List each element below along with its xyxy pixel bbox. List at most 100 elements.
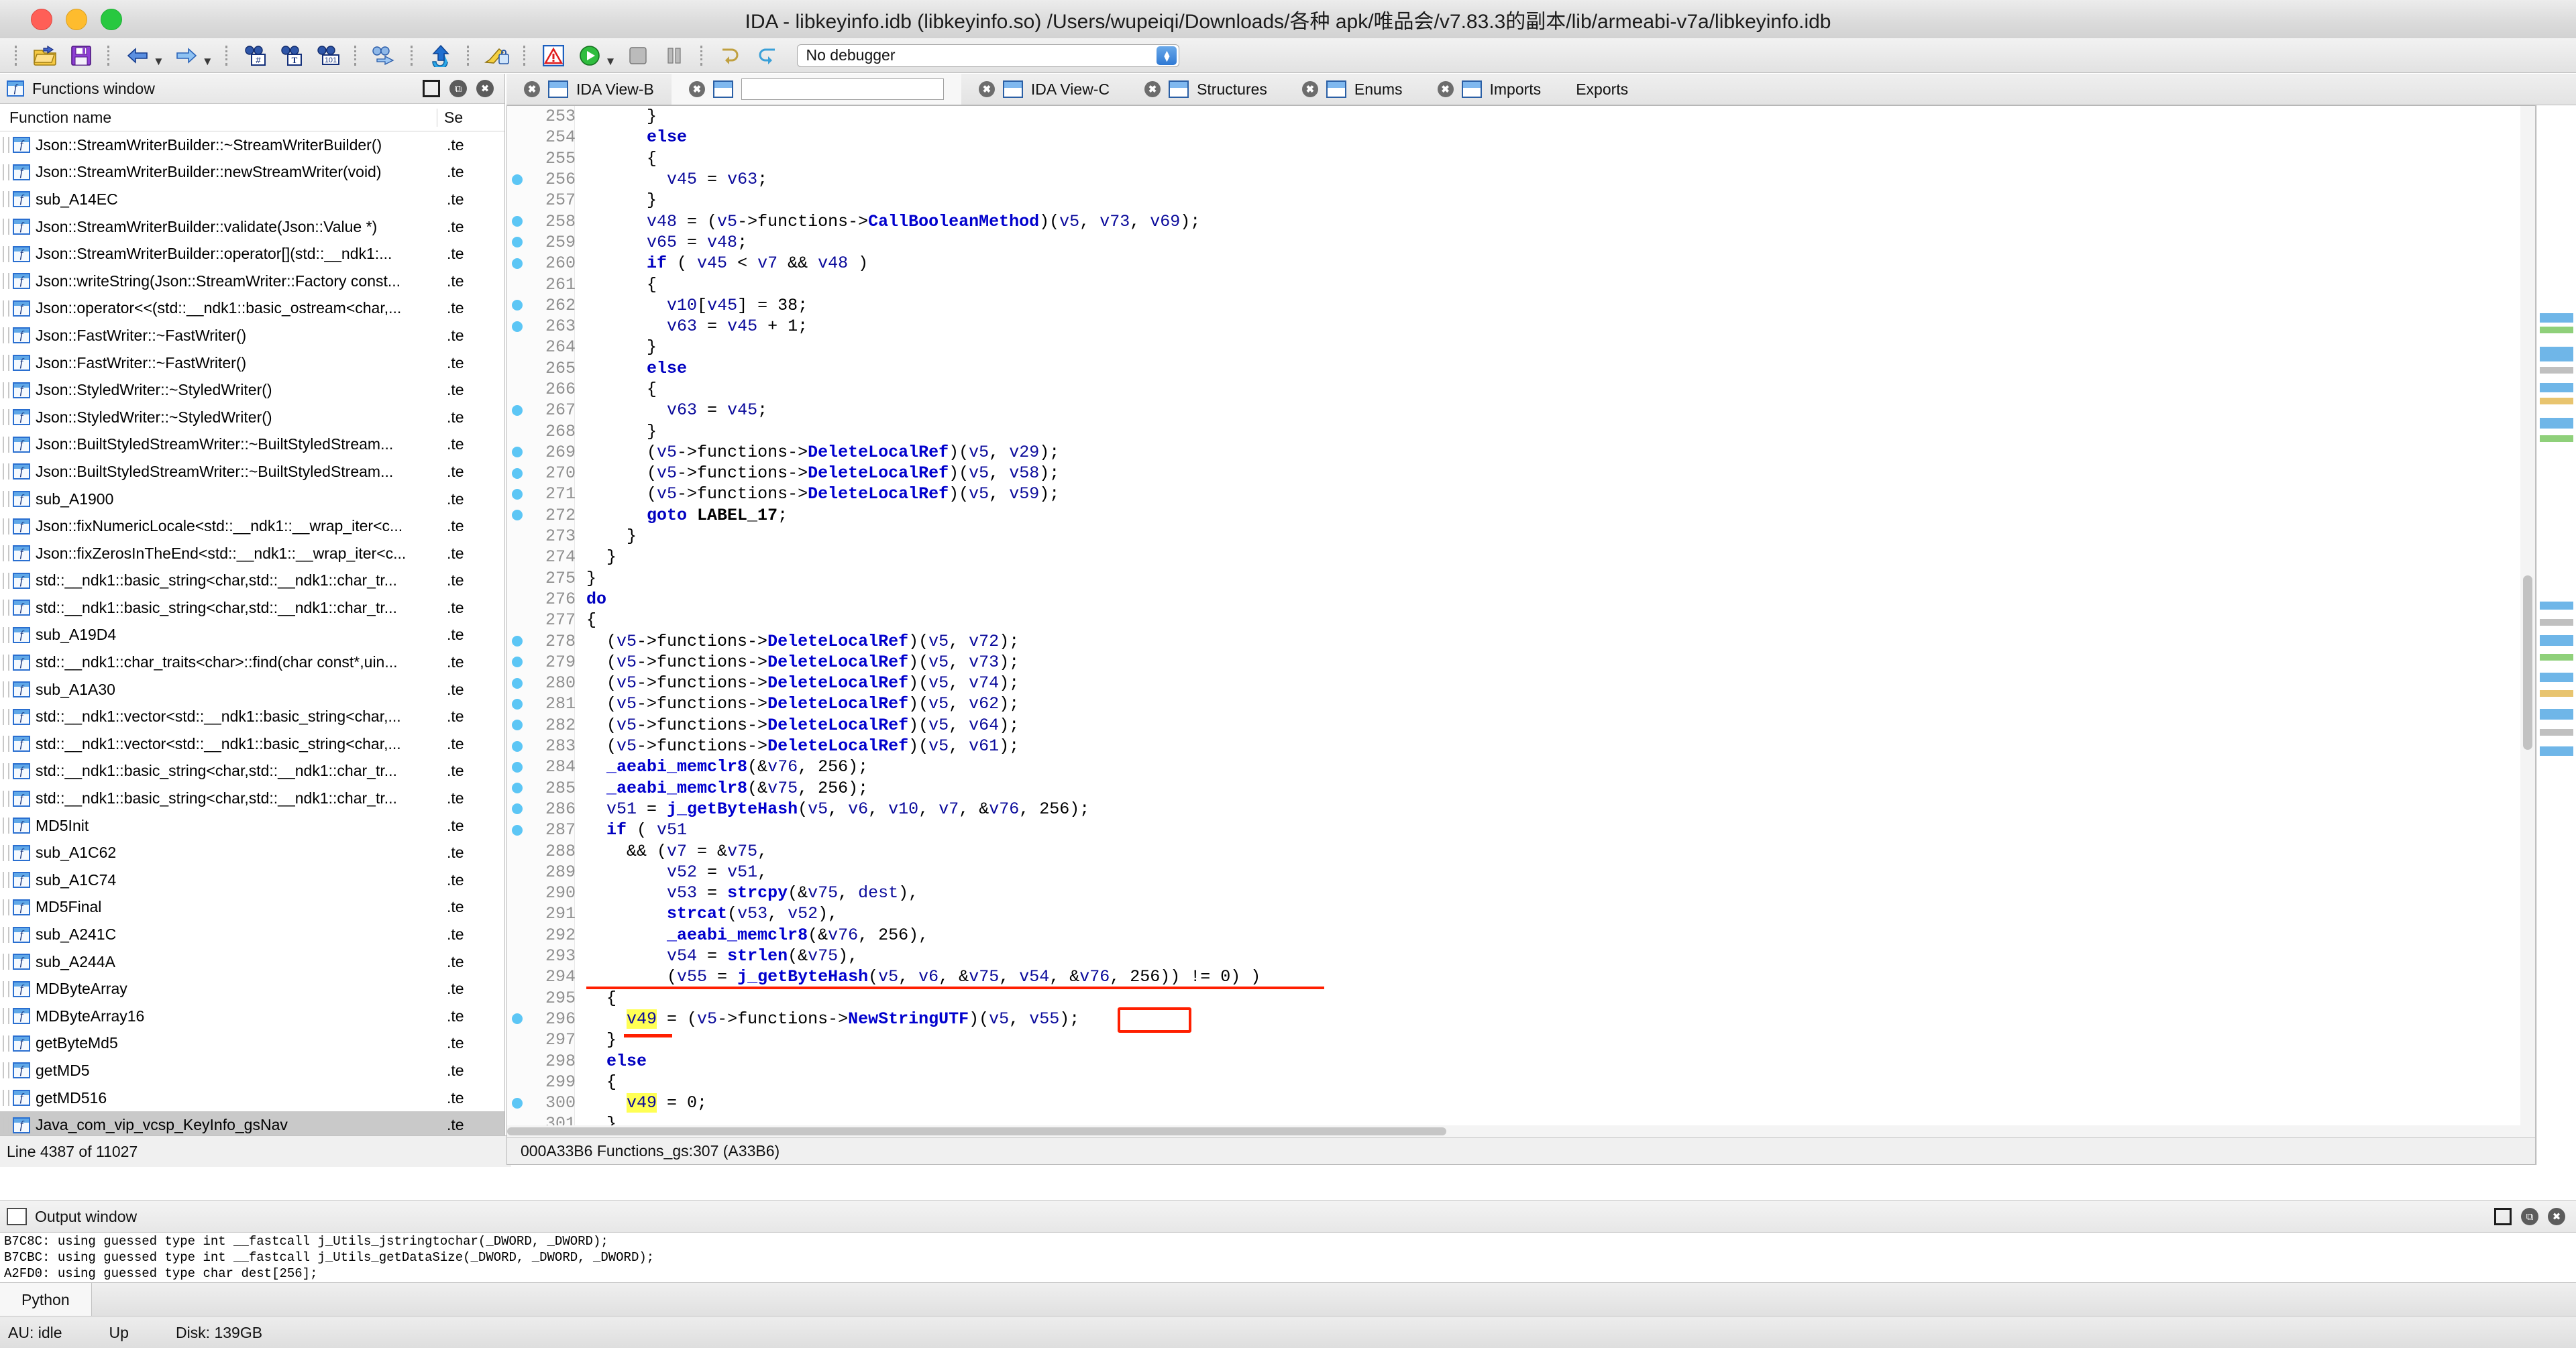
pseudocode-line[interactable]: 295 { [507, 987, 2535, 1008]
pseudocode-line[interactable]: 262 v10[v45] = 38; [507, 295, 2535, 316]
pseudocode-line[interactable]: 283 (v5->functions->DeleteLocalRef)(v5, … [507, 736, 2535, 756]
tab-ida-view-c[interactable]: ✖ IDA View-C [961, 74, 1127, 105]
jump-up-icon[interactable] [428, 43, 453, 68]
minimize-window-button[interactable] [66, 8, 87, 30]
highlight-lock-icon[interactable] [484, 43, 510, 68]
pseudocode-line[interactable]: 258 v48 = (v5->functions->CallBooleanMet… [507, 211, 2535, 231]
back-arrow-icon[interactable] [125, 43, 150, 68]
breakpoint-dot-icon[interactable] [507, 636, 527, 647]
function-list-item[interactable]: f sub_A244A .te [0, 948, 504, 976]
pseudocode-line[interactable]: 265 else [507, 358, 2535, 379]
pseudocode-line[interactable]: 261 { [507, 274, 2535, 294]
search-text-icon[interactable]: T [279, 43, 305, 68]
pseudocode-line[interactable]: 280 (v5->functions->DeleteLocalRef)(v5, … [507, 673, 2535, 693]
function-list-item[interactable]: f MD5Init .te [0, 812, 504, 840]
close-icon[interactable]: ✖ [978, 81, 995, 97]
function-list-item[interactable]: f Json::FastWriter::~FastWriter() .te [0, 322, 504, 349]
function-list-item[interactable]: f Json::writeString(Json::StreamWriter::F… [0, 268, 504, 295]
pseudocode-line[interactable]: 297 } [507, 1029, 2535, 1050]
breakpoint-dot-icon[interactable] [507, 1013, 527, 1025]
pseudocode-line[interactable]: 287 if ( v51 [507, 820, 2535, 840]
pseudocode-line[interactable]: 253 } [507, 106, 2535, 127]
tab-python[interactable]: Python [0, 1283, 92, 1316]
breakpoint-dot-icon[interactable] [507, 698, 527, 710]
breakpoint-dot-icon[interactable] [507, 258, 527, 269]
function-list-item[interactable]: f std::__ndk1::basic_string<char,std::__n… [0, 758, 504, 785]
pseudocode-line[interactable]: 269 (v5->functions->DeleteLocalRef)(v5, … [507, 442, 2535, 463]
breakpoint-dot-icon[interactable] [507, 467, 527, 479]
pseudocode-line[interactable]: 268 } [507, 420, 2535, 441]
breakpoint-dot-icon[interactable] [507, 174, 527, 185]
breakpoint-dot-icon[interactable] [507, 803, 527, 815]
run-icon[interactable] [577, 43, 602, 68]
pseudocode-vscroll-thumb[interactable] [2523, 575, 2532, 750]
function-list-item[interactable]: f Json::StreamWriterBuilder::newStreamWri… [0, 159, 504, 186]
pseudocode-line[interactable]: 294 (v55 = j_getByteHash(v5, v6, &v75, v… [507, 966, 2535, 990]
pseudocode-line[interactable]: 276 do [507, 589, 2535, 610]
breakpoint-dot-icon[interactable] [507, 657, 527, 668]
pseudocode-line[interactable]: 285 _aeabi_memclr8(&v75, 256); [507, 778, 2535, 799]
pseudocode-line[interactable]: 256 v45 = v63; [507, 169, 2535, 190]
breakpoint-dot-icon[interactable] [507, 216, 527, 227]
pseudocode-line[interactable]: 290 v53 = strcpy(&v75, dest), [507, 883, 2535, 903]
pseudocode-line[interactable]: 277 { [507, 610, 2535, 630]
pseudocode-line[interactable]: 291 strcat(v53, v52), [507, 903, 2535, 924]
function-list-item[interactable]: f sub_A1A30 .te [0, 676, 504, 704]
functions-list[interactable]: f Json::StreamWriterBuilder::~StreamWrite… [0, 131, 504, 1154]
pseudocode-line[interactable]: 257 } [507, 190, 2535, 211]
search-hash-icon[interactable]: # [243, 43, 268, 68]
function-list-item[interactable]: f Json::StreamWriterBuilder::validate(Jso… [0, 213, 504, 241]
pseudocode-line[interactable]: 289 v52 = v51, [507, 862, 2535, 883]
step-over-icon[interactable] [754, 43, 780, 68]
float-button[interactable]: ⧉ [2521, 1208, 2538, 1225]
function-list-item[interactable]: f Json::StreamWriterBuilder::~StreamWrite… [0, 131, 504, 159]
function-list-item[interactable]: f getMD516 .te [0, 1084, 504, 1112]
function-list-item[interactable]: f Json::fixZerosInTheEnd<std::__ndk1::__w… [0, 540, 504, 567]
close-button[interactable]: ✖ [476, 80, 494, 97]
tab-imports[interactable]: ✖ Imports [1420, 74, 1559, 105]
tab-structures[interactable]: ✖ Structures [1127, 74, 1285, 105]
pseudocode-line[interactable]: 270 (v5->functions->DeleteLocalRef)(v5, … [507, 463, 2535, 484]
maximize-window-button[interactable] [101, 8, 122, 30]
pseudocode-line[interactable]: 273 } [507, 526, 2535, 547]
function-list-item[interactable]: f std::__ndk1::char_traits<char>::find(ch… [0, 649, 504, 676]
chevron-down-icon[interactable]: ▲ ▼ [1157, 46, 1177, 65]
function-list-item[interactable]: f Json::StyledWriter::~StyledWriter() .te [0, 376, 504, 404]
pseudocode-line[interactable]: 282 (v5->functions->DeleteLocalRef)(v5, … [507, 715, 2535, 736]
breakpoint-dot-icon[interactable] [507, 404, 527, 416]
maximize-button[interactable] [2494, 1208, 2512, 1225]
function-list-item[interactable]: f sub_A1C74 .te [0, 866, 504, 894]
tab-enums[interactable]: ✖ Enums [1285, 74, 1420, 105]
pseudocode-line[interactable]: 278 (v5->functions->DeleteLocalRef)(v5, … [507, 630, 2535, 651]
pseudocode-line[interactable]: 292 _aeabi_memclr8(&v76, 256), [507, 925, 2535, 946]
pseudocode-line[interactable]: 286 v51 = j_getByteHash(v5, v6, v10, v7,… [507, 799, 2535, 820]
function-list-item[interactable]: f Json::operator<<(std::__ndk1::basic_ost… [0, 295, 504, 323]
forward-history-dropdown-icon[interactable]: ▼ [202, 55, 213, 72]
function-list-item[interactable]: f sub_A14EC .te [0, 186, 504, 213]
pseudocode-line[interactable]: 296 v49 = (v5->functions->NewStringUTF)(… [507, 1007, 2535, 1033]
function-list-item[interactable]: f Json::BuiltStyledStreamWriter::~BuiltSt… [0, 431, 504, 459]
run-dropdown-icon[interactable]: ▼ [605, 55, 616, 72]
function-list-item[interactable]: f MDByteArray16 .te [0, 1003, 504, 1030]
function-list-item[interactable]: f sub_A19D4 .te [0, 622, 504, 649]
pseudocode-line[interactable]: 266 { [507, 379, 2535, 400]
step-into-icon[interactable] [718, 43, 743, 68]
breakpoint-dot-icon[interactable] [507, 510, 527, 521]
pseudocode-line[interactable]: 275} [507, 568, 2535, 589]
function-list-item[interactable]: f Json::StyledWriter::~StyledWriter() .te [0, 404, 504, 431]
pseudocode-line[interactable]: 272 goto LABEL_17; [507, 505, 2535, 526]
pseudocode-hscrollbar[interactable] [507, 1125, 2535, 1137]
function-list-item[interactable]: f sub_A1C62 .te [0, 839, 504, 866]
pseudocode-line[interactable]: 281 (v5->functions->DeleteLocalRef)(v5, … [507, 693, 2535, 714]
function-list-item[interactable]: f MD5Final .te [0, 894, 504, 921]
breakpoint-dot-icon[interactable] [507, 740, 527, 752]
forward-arrow-icon[interactable] [174, 43, 199, 68]
pseudocode-line[interactable]: 254 else [507, 127, 2535, 148]
function-list-item[interactable]: f std::__ndk1::vector<std::__ndk1::basic_… [0, 703, 504, 730]
search-binary-icon[interactable]: 101 [315, 43, 341, 68]
float-button[interactable]: ⧉ [449, 80, 467, 97]
breakpoint-dot-icon[interactable] [507, 488, 527, 500]
tab-pseudocode-search[interactable]: ✖ [671, 74, 961, 105]
pseudocode-line[interactable]: 267 v63 = v45; [507, 400, 2535, 420]
pseudocode-line[interactable]: 299 { [507, 1072, 2535, 1092]
